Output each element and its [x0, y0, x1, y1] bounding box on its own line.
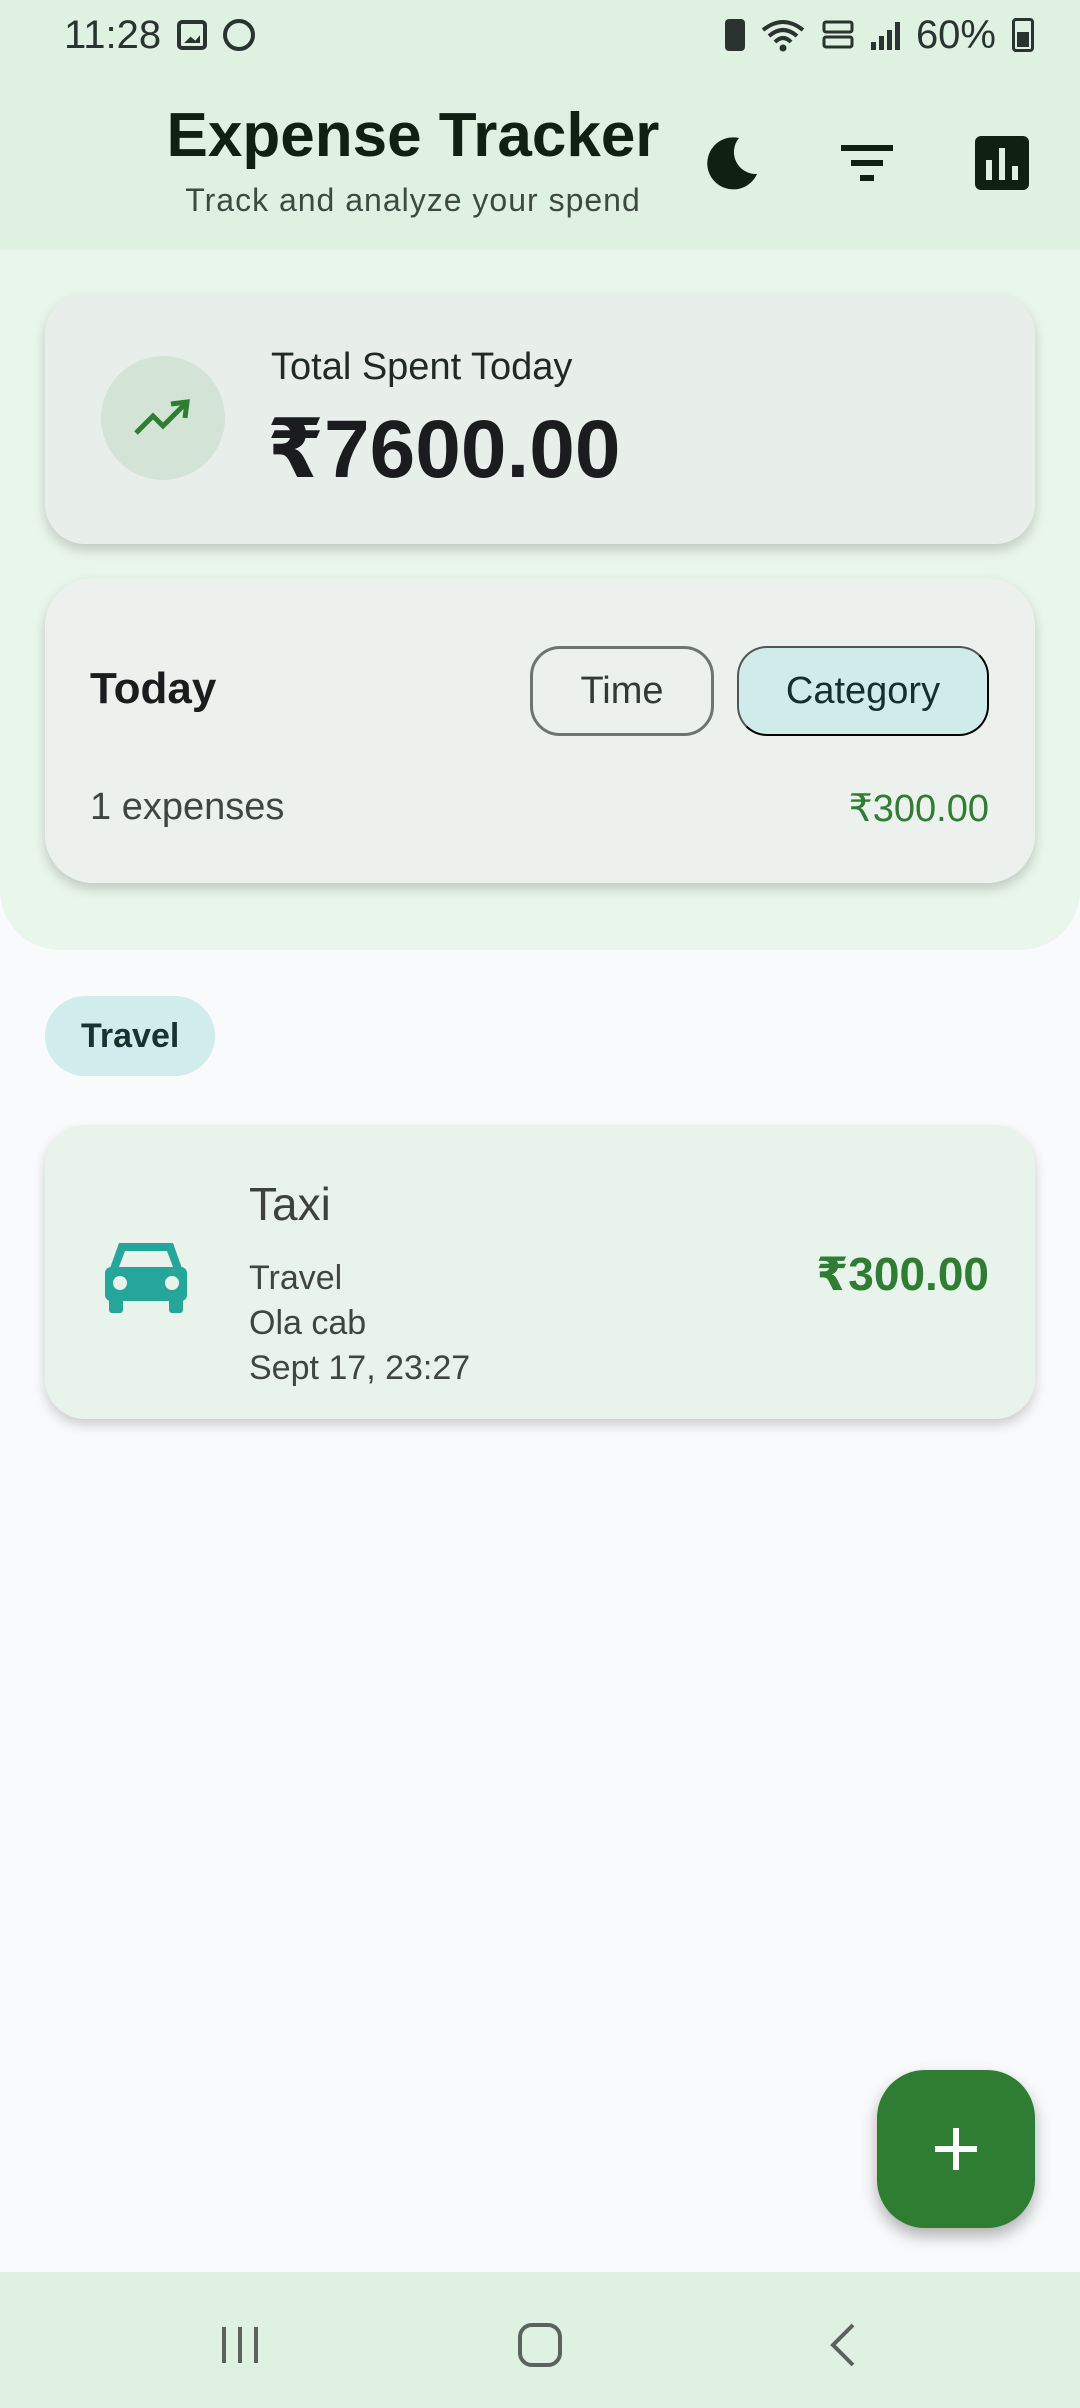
recents-button[interactable] [205, 2310, 275, 2380]
app-header: Expense Tracker Track and analyze your s… [0, 70, 1080, 250]
expense-amount: ₹300.00 [816, 1248, 989, 1300]
analytics-button[interactable] [967, 128, 1037, 198]
status-left: 11:28 [64, 12, 256, 58]
total-spent-card: Total Spent Today ₹7600.00 [45, 294, 1035, 544]
dark-mode-button[interactable] [697, 128, 767, 198]
expense-title: Taxi [249, 1178, 331, 1230]
dark-mode-icon [707, 137, 757, 190]
today-card: Today Time Category 1 expenses ₹300.00 [45, 578, 1035, 883]
gallery-icon [177, 20, 208, 50]
analytics-icon [975, 136, 1029, 190]
total-spent-label: Total Spent Today [271, 346, 573, 388]
status-bar: 11:28 60% [0, 0, 1080, 70]
home-icon [518, 2323, 562, 2367]
status-right: 60% [724, 12, 1034, 58]
expense-category: Travel [249, 1259, 343, 1297]
volte-icon [822, 20, 854, 49]
back-icon [830, 2323, 855, 2367]
back-button[interactable] [808, 2310, 878, 2380]
expense-note: Ola cab [249, 1304, 367, 1342]
expense-item[interactable]: Taxi Travel Ola cab Sept 17, 23:27 ₹300.… [45, 1125, 1035, 1419]
group-by-time-button[interactable]: Time [530, 646, 714, 736]
filter-icon [841, 145, 893, 181]
filter-button[interactable] [832, 128, 902, 198]
battery-saver-icon [724, 19, 745, 51]
category-chip-travel[interactable]: Travel [45, 996, 216, 1076]
today-title: Today [90, 664, 217, 713]
add-expense-button[interactable] [877, 2070, 1035, 2228]
battery-percent: 60% [915, 12, 996, 57]
home-button[interactable] [505, 2310, 575, 2380]
expense-count: 1 expenses [90, 786, 285, 828]
recents-icon [222, 2327, 258, 2363]
wifi-icon [761, 20, 805, 52]
system-nav-bar [0, 2272, 1080, 2408]
today-amount: ₹300.00 [848, 788, 989, 830]
signal-icon [870, 20, 900, 50]
car-icon [101, 1235, 191, 1320]
group-by-category-button[interactable]: Category [737, 646, 989, 736]
total-spent-value: ₹7600.00 [267, 404, 621, 495]
trending-up-icon [134, 399, 190, 435]
status-time: 11:28 [64, 12, 162, 57]
battery-icon [1012, 18, 1034, 52]
trend-badge [101, 356, 225, 480]
plus-icon [935, 2128, 977, 2170]
expense-date: Sept 17, 23:27 [249, 1349, 471, 1387]
face-icon [223, 19, 256, 51]
